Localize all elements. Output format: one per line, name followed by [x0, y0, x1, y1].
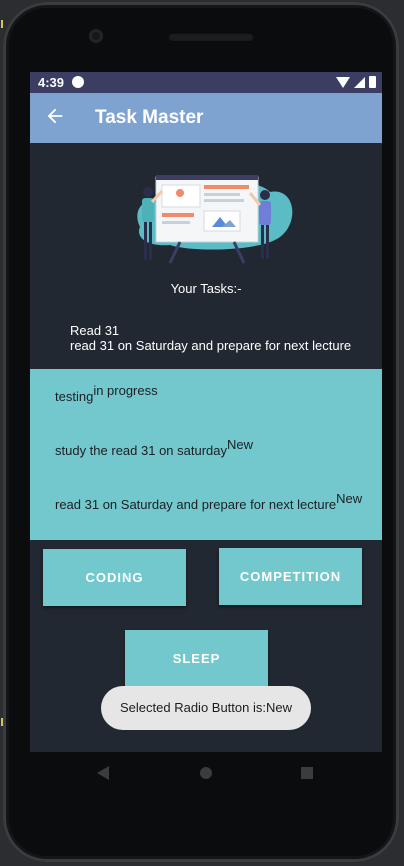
nav-home-icon[interactable]: [200, 767, 212, 779]
app-bar: Task Master: [30, 93, 382, 143]
task-title: study the read 31 on saturday: [55, 443, 228, 458]
edge-marker: [1, 20, 3, 28]
notification-app-icon: [72, 76, 84, 88]
task-detail-title: Read 31: [70, 323, 120, 338]
task-title: testing: [55, 389, 94, 404]
task-status: New: [227, 437, 254, 452]
wifi-icon: [336, 76, 350, 88]
task-detail: Read 31 read 31 on Saturday and prepare …: [70, 323, 351, 353]
edge-marker: [1, 718, 3, 726]
tasks-illustration: [137, 175, 293, 264]
task-list: testingin progress study the read 31 on …: [30, 369, 382, 540]
status-icons: [336, 76, 376, 88]
nav-recents-icon[interactable]: [301, 767, 313, 779]
task-title: read 31 on Saturday and prepare for next…: [55, 497, 337, 512]
task-list-item[interactable]: study the read 31 on saturdayNew: [55, 437, 253, 458]
earpiece-speaker: [168, 32, 254, 41]
coding-button[interactable]: CODING: [43, 549, 186, 606]
back-arrow-icon[interactable]: [44, 105, 66, 127]
task-list-item[interactable]: testingin progress: [55, 383, 158, 404]
nav-back-icon[interactable]: [97, 766, 109, 780]
cell-signal-icon: [354, 76, 365, 88]
task-list-item[interactable]: read 31 on Saturday and prepare for next…: [55, 491, 362, 512]
front-camera: [89, 29, 103, 43]
your-tasks-label: Your Tasks:-: [170, 281, 242, 296]
status-bar: 4:39: [30, 72, 382, 93]
battery-icon: [369, 76, 376, 88]
app-title: Task Master: [95, 107, 204, 128]
task-detail-description: read 31 on Saturday and prepare for next…: [70, 338, 352, 353]
sleep-button[interactable]: SLEEP: [125, 630, 268, 687]
status-time: 4:39: [38, 75, 65, 90]
competition-button[interactable]: COMPETITION: [219, 548, 362, 605]
task-status: New: [336, 491, 363, 506]
toast-message: Selected Radio Button is:New: [101, 686, 311, 730]
navigation-bar: [0, 752, 404, 798]
task-status: in progress: [93, 383, 158, 398]
app-screen: 4:39 Task Master Your Tasks:- Read 31 re…: [30, 72, 382, 752]
